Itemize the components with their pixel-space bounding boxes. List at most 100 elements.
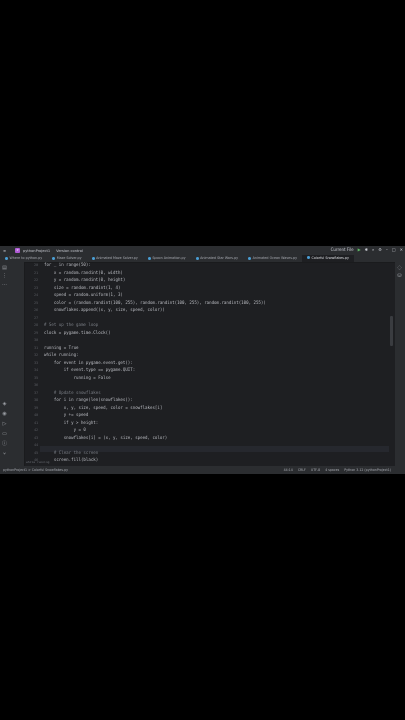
title-bar: ≡ P pythonProject1 Version control Curre… [0, 246, 405, 255]
menu-icon[interactable]: ≡ [0, 249, 9, 253]
structure-tool-icon[interactable]: ⋮ [2, 274, 7, 279]
line-number: 32 [34, 353, 38, 357]
line-number: 27 [34, 315, 38, 320]
maximize-icon[interactable]: □ [392, 247, 396, 252]
line-number: 23 [34, 285, 38, 290]
python-file-icon [195, 256, 199, 260]
indent-setting[interactable]: 4 spaces [325, 468, 339, 472]
code-line[interactable]: snowflakes[i] = (x, y, size, speed, colo… [44, 435, 168, 441]
line-number: 45 [34, 450, 38, 455]
breadcrumb-hint: while running [26, 460, 50, 464]
search-icon[interactable]: ⌕ [372, 247, 374, 252]
file-path-breadcrumb[interactable]: pythonProject1 > Colorful Snowflakes.py [0, 468, 68, 472]
line-number: 36 [34, 383, 38, 387]
line-number: 34 [34, 368, 38, 372]
code-line[interactable]: # Update snowflakes [44, 390, 101, 396]
plugins-icon[interactable]: ◈ [2, 402, 7, 407]
code-line[interactable]: for _ in range(50): [44, 262, 91, 268]
code-line[interactable]: # Set up the game loop [44, 322, 98, 328]
tab-label: Maze Solver.py [56, 256, 82, 260]
tab-1[interactable]: Maze Solver.py [47, 255, 86, 262]
project-panel [10, 262, 25, 466]
close-icon[interactable]: ✕ [400, 247, 403, 252]
tab-label: Where to python.py [9, 256, 43, 260]
code-line[interactable]: size = random.randint(1, 4) [44, 285, 121, 291]
line-number: 35 [34, 375, 38, 380]
python-file-icon [307, 256, 311, 259]
python-file-icon [91, 256, 95, 260]
tab-4[interactable]: Animated Star Wars.py [191, 255, 244, 262]
code-line[interactable]: x = random.randint(0, width) [44, 270, 123, 276]
code-line[interactable]: while running: [44, 352, 79, 358]
line-number: 40 [34, 413, 38, 417]
run-tool-icon[interactable]: ▷ [2, 422, 7, 427]
tab-2[interactable]: Animated Maze Solver.py [87, 255, 143, 262]
debug-icon[interactable]: ✱ [365, 247, 368, 252]
git-icon[interactable]: ⑂ [2, 452, 7, 457]
line-number: 44 [34, 443, 38, 447]
code-line[interactable]: screen.fill(black) [44, 457, 98, 463]
line-number: 33 [34, 360, 38, 365]
code-line[interactable]: for i in range(len(snowflakes)): [44, 397, 133, 403]
line-number: 29 [34, 330, 38, 335]
line-number-gutter: 20 21 22 23 24 25 26 27 28 29 30 31 32 33 34 35 36 37 38 39… [24, 262, 40, 466]
tab-label: Animated Ocean Waves.py [252, 256, 298, 260]
tab-0[interactable]: Where to python.py [0, 255, 47, 262]
line-number: 43 [34, 435, 38, 440]
code-line[interactable]: clock = pygame.time.Clock() [44, 330, 111, 336]
tab-label: Animated Star Wars.py [200, 256, 239, 260]
code-line[interactable]: y = 0 [44, 427, 86, 433]
line-separator[interactable]: CRLF [298, 468, 306, 472]
right-tool-strip: ◌ ⛁ [395, 262, 405, 466]
project-selector[interactable]: pythonProject1 [20, 249, 53, 253]
problems-icon[interactable]: ⓘ [2, 442, 7, 447]
tab-label: Colorful Snowflakes.py [311, 255, 349, 260]
code-line[interactable]: for event in pygame.event.get(): [44, 360, 133, 366]
code-line[interactable]: running = True [44, 345, 79, 351]
editor-scrollbar[interactable] [390, 316, 393, 346]
tab-label: Spoon Animation.py [152, 256, 186, 260]
code-line[interactable]: color = (random.randint(100, 255), rando… [44, 300, 266, 306]
run-icon[interactable]: ▶ [358, 247, 361, 252]
code-line[interactable]: x, y, size, speed, color = snowflakes[i] [44, 405, 163, 411]
line-number: 26 [34, 308, 38, 312]
file-encoding[interactable]: UTF-8 [311, 468, 320, 472]
line-number: 24 [34, 293, 38, 297]
notifications-icon[interactable]: ◌ [397, 266, 402, 271]
minimize-icon[interactable]: – [386, 247, 388, 252]
line-number: 30 [34, 338, 38, 342]
terminal-icon[interactable]: ▭ [2, 432, 7, 437]
line-number: 21 [34, 270, 38, 275]
python-file-icon [52, 256, 56, 260]
python-file-icon [5, 256, 8, 260]
line-number: 38 [34, 398, 38, 402]
code-line[interactable]: snowflakes.append((x, y, size, speed, co… [44, 307, 165, 313]
code-line[interactable]: y = random.randint(0, height) [44, 277, 126, 283]
database-icon[interactable]: ⛁ [397, 274, 402, 279]
python-file-icon [147, 256, 151, 260]
python-console-icon[interactable]: ◉ [2, 412, 7, 417]
line-number: 39 [34, 405, 38, 410]
code-line[interactable]: speed = random.uniform(1, 3) [44, 292, 123, 298]
tab-3[interactable]: Spoon Animation.py [143, 255, 191, 262]
line-number: 41 [34, 420, 38, 425]
more-tools-icon[interactable]: … [2, 282, 7, 287]
line-number: 31 [34, 345, 38, 350]
code-line[interactable]: if event.type == pygame.QUIT: [44, 367, 136, 373]
code-line[interactable]: y += speed [44, 412, 89, 418]
project-tool-icon[interactable]: ▤ [2, 266, 7, 271]
interpreter-selector[interactable]: Python 3.12 (pythonProject1) [344, 468, 391, 472]
caret-position[interactable]: 44:14 [284, 468, 293, 472]
status-bar: pythonProject1 > Colorful Snowflakes.py … [0, 466, 405, 474]
tab-5[interactable]: Animated Ocean Waves.py [243, 255, 302, 262]
line-number: 25 [34, 300, 38, 305]
python-file-icon [248, 256, 252, 260]
run-config-selector[interactable]: Current File [331, 247, 354, 252]
code-line[interactable]: running = False [44, 375, 111, 381]
code-line[interactable]: # Clear the screen [44, 450, 98, 456]
ide-window: ≡ P pythonProject1 Version control Curre… [0, 246, 405, 474]
code-line[interactable]: if y > height: [44, 420, 99, 426]
settings-icon[interactable]: ⚙ [378, 247, 382, 252]
code-editor[interactable]: for _ in range(50): x = random.randint(0… [44, 262, 389, 466]
vcs-selector[interactable]: Version control [53, 249, 86, 253]
